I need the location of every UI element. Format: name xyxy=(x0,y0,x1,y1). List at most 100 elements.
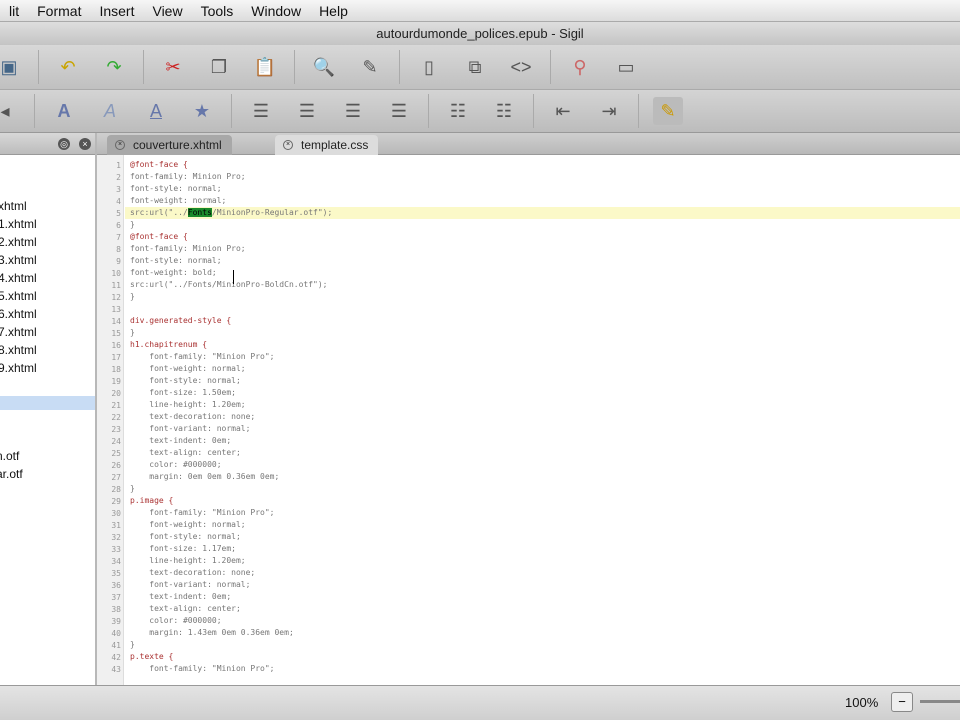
split-view-icon[interactable]: ⧉ xyxy=(460,53,490,81)
zoom-slider[interactable] xyxy=(920,700,960,703)
tab-label: template.css xyxy=(301,138,369,152)
zoom-out-button[interactable]: − xyxy=(891,692,913,712)
status-bar: 100% − xyxy=(0,685,960,720)
underline-icon[interactable]: A xyxy=(141,97,171,125)
align-center-icon[interactable]: ☰ xyxy=(292,97,322,125)
code-line: font-family: "Minion Pro"; xyxy=(130,664,275,673)
line-number: 18 xyxy=(111,365,121,374)
file-item[interactable]: 3.xhtml xyxy=(0,253,37,267)
menu-insert[interactable]: Insert xyxy=(90,3,143,19)
code-line: text-align: center; xyxy=(130,604,241,613)
book-view-icon[interactable]: ▯ xyxy=(414,53,444,81)
decrease-indent-icon[interactable]: ⇤ xyxy=(548,97,578,125)
code-line: font-style: normal; xyxy=(130,256,222,265)
file-item[interactable]: 4.xhtml xyxy=(0,271,37,285)
line-number: 33 xyxy=(111,545,121,554)
menu-edit[interactable]: lit xyxy=(0,3,28,19)
find-icon[interactable]: 🔍 xyxy=(309,53,339,81)
spellcheck-icon[interactable]: ✎ xyxy=(355,53,385,81)
tab-label: couverture.xhtml xyxy=(133,138,222,152)
code-line: div.generated-style { xyxy=(130,316,232,325)
close-tab-icon[interactable]: × xyxy=(115,140,125,150)
cut-icon[interactable]: ✂ xyxy=(158,53,188,81)
metadata-icon[interactable]: ▭ xyxy=(611,53,641,81)
menu-help[interactable]: Help xyxy=(310,3,357,19)
file-item[interactable]: 7.xhtml xyxy=(0,325,37,339)
align-right-icon[interactable]: ☰ xyxy=(338,97,368,125)
close-tab-icon[interactable]: × xyxy=(283,140,293,150)
italic-icon[interactable]: A xyxy=(95,97,125,125)
line-number: 27 xyxy=(111,473,121,482)
font-file-item[interactable]: n.otf xyxy=(0,449,19,463)
tab-template-css[interactable]: × template.css xyxy=(275,135,379,155)
file-item[interactable]: 9.xhtml xyxy=(0,361,37,375)
paste-icon[interactable]: 📋 xyxy=(250,53,280,81)
line-number: 29 xyxy=(111,497,121,506)
code-line: p.image { xyxy=(130,496,174,505)
dropdown-icon[interactable]: ◂ xyxy=(0,97,20,125)
code-line: font-variant: normal; xyxy=(130,580,251,589)
justify-icon[interactable]: ☰ xyxy=(384,97,414,125)
float-icon[interactable]: ◎ xyxy=(58,138,70,150)
code-line: } xyxy=(130,640,135,649)
file-item[interactable]: 1.xhtml xyxy=(0,217,37,231)
code-line: src:url("../Fonts/MinionPro-Regular.otf"… xyxy=(130,207,332,219)
redo-icon[interactable]: ↷ xyxy=(99,53,129,81)
line-number: 11 xyxy=(111,281,121,290)
menu-format[interactable]: Format xyxy=(28,3,90,19)
code-segment: src:url("../ xyxy=(130,208,188,217)
line-number: 17 xyxy=(111,353,121,362)
book-browser: ◎ × xhtml 1.xhtml 2.xhtml 3.xhtml 4.xhtml 5.x… xyxy=(0,133,97,685)
line-number: 40 xyxy=(111,629,121,638)
line-number: 31 xyxy=(111,521,121,530)
code-line: font-weight: normal; xyxy=(130,196,227,205)
line-number: 36 xyxy=(111,581,121,590)
number-list-icon[interactable]: ☷ xyxy=(489,97,519,125)
line-number: 3 xyxy=(116,185,121,194)
code-line: p.texte { xyxy=(130,652,174,661)
selected-folder-row[interactable] xyxy=(0,396,95,410)
line-number: 15 xyxy=(111,329,121,338)
menu-view[interactable]: View xyxy=(143,3,191,19)
insert-image-icon[interactable]: ✎ xyxy=(653,97,683,125)
line-number: 38 xyxy=(111,605,121,614)
align-left-icon[interactable]: ☰ xyxy=(246,97,276,125)
line-number: 20 xyxy=(111,389,121,398)
main-toolbar: ▣ ↶ ↷ ✂ ❐ 📋 🔍 ✎ ▯ ⧉ <> ⚲ ▭ xyxy=(0,45,960,90)
file-item[interactable]: 5.xhtml xyxy=(0,289,37,303)
format-toolbar: ◂ A A A ★ ☰ ☰ ☰ ☰ ☷ ☷ ⇤ ⇥ ✎ xyxy=(0,90,960,133)
save-icon[interactable]: ▣ xyxy=(0,53,24,81)
strikethrough-icon[interactable]: ★ xyxy=(187,97,217,125)
bullet-list-icon[interactable]: ☷ xyxy=(443,97,473,125)
font-file-item[interactable]: ar.otf xyxy=(0,467,23,481)
undo-icon[interactable]: ↶ xyxy=(53,53,83,81)
tab-couverture[interactable]: × couverture.xhtml xyxy=(107,135,232,155)
file-item[interactable]: 8.xhtml xyxy=(0,343,37,357)
copy-icon[interactable]: ❐ xyxy=(204,53,234,81)
menu-window[interactable]: Window xyxy=(242,3,310,19)
menu-tools[interactable]: Tools xyxy=(192,3,243,19)
line-number: 8 xyxy=(116,245,121,254)
file-item[interactable]: xhtml xyxy=(0,199,27,213)
file-item[interactable]: 6.xhtml xyxy=(0,307,37,321)
zoom-level: 100% xyxy=(845,695,879,710)
code-line: font-style: normal; xyxy=(130,532,241,541)
line-number: 37 xyxy=(111,593,121,602)
line-number: 32 xyxy=(111,533,121,542)
code-line: text-indent: 0em; xyxy=(130,592,232,601)
increase-indent-icon[interactable]: ⇥ xyxy=(594,97,624,125)
line-number: 43 xyxy=(111,665,121,674)
bold-icon[interactable]: A xyxy=(49,97,79,125)
code-view-icon[interactable]: <> xyxy=(506,53,536,81)
line-number: 25 xyxy=(111,449,121,458)
code-line: } xyxy=(130,328,135,337)
code-editor[interactable]: 1 2 3 4 5 6 7 8 9 10 11 12 13 14 15 16 17 18 19 20 21 22 23 24 2… xyxy=(97,155,960,685)
close-icon[interactable]: × xyxy=(79,138,91,150)
book-browser-header: ◎ × xyxy=(0,133,95,155)
line-number: 9 xyxy=(116,257,121,266)
validate-icon[interactable]: ⚲ xyxy=(565,53,595,81)
file-item[interactable]: 2.xhtml xyxy=(0,235,37,249)
code-line: line-height: 1.20em; xyxy=(130,556,246,565)
code-line: color: #000000; xyxy=(130,616,222,625)
line-number: 22 xyxy=(111,413,121,422)
